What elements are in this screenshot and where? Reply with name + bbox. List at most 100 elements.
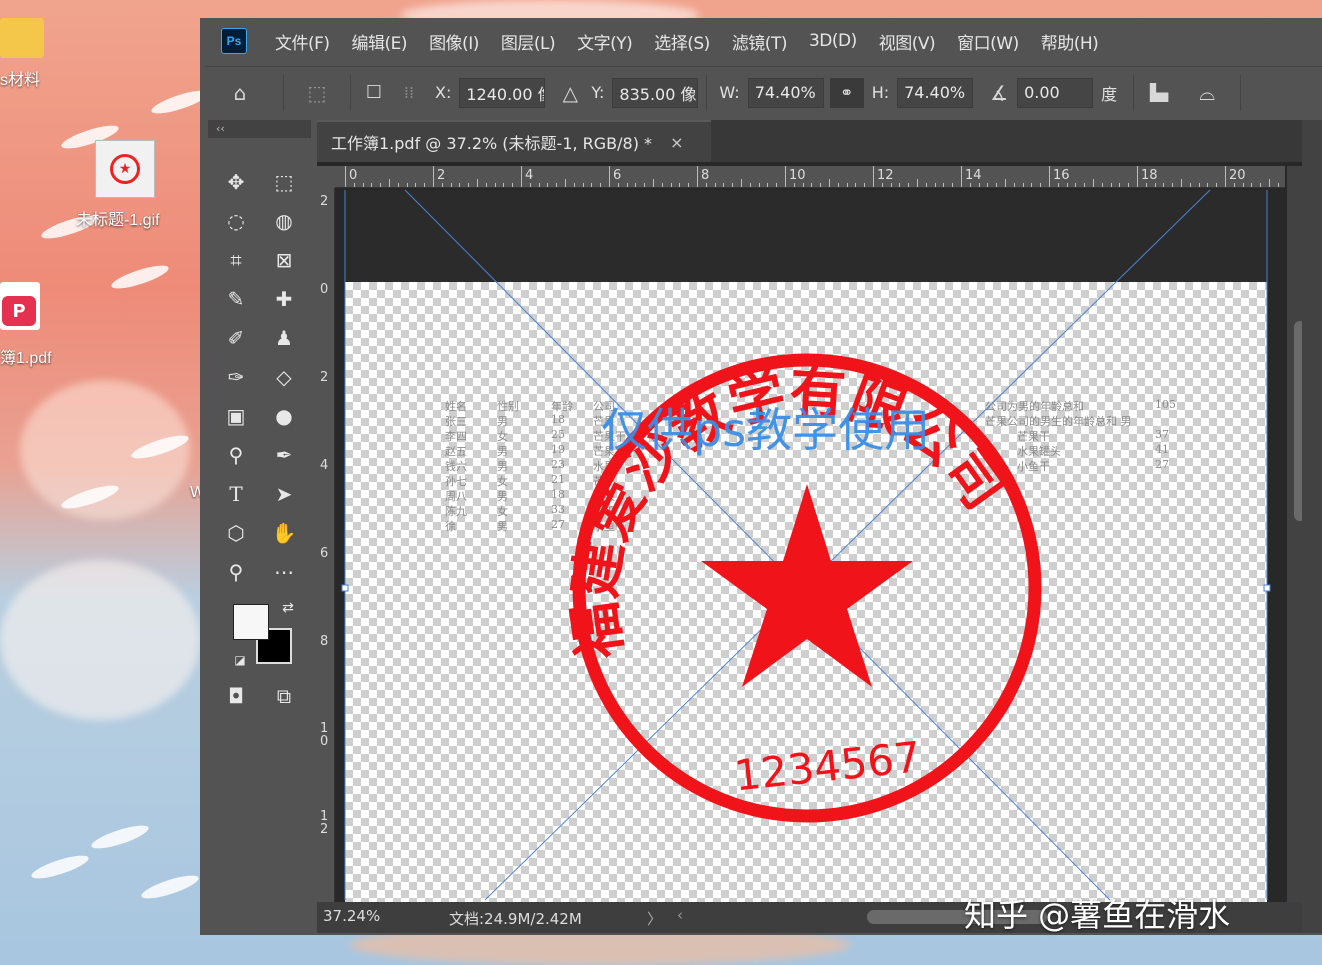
- crop-tool-icon[interactable]: ⌗: [220, 244, 252, 276]
- history-brush-tool-icon[interactable]: ✑: [220, 361, 252, 393]
- status-menu-arrow[interactable]: 〉: [647, 908, 662, 929]
- ruler-tick: [934, 183, 936, 187]
- ruler-tick: [925, 183, 927, 187]
- ruler-label: 8: [320, 634, 329, 649]
- ruler-label: 2: [320, 370, 329, 385]
- ruler-tick: [433, 166, 434, 187]
- foreground-color-swatch[interactable]: [233, 604, 269, 640]
- more-tools-icon[interactable]: ⋯: [268, 556, 300, 588]
- home-icon[interactable]: ⌂: [205, 81, 275, 105]
- shape-tool-icon[interactable]: ⬡: [220, 517, 252, 549]
- height-input[interactable]: 74.40%: [897, 77, 974, 108]
- frame-tool-icon[interactable]: ⊠: [268, 244, 300, 276]
- ruler-vertical[interactable]: 2 0 2 4 6 8 1 0 1 2: [317, 188, 335, 902]
- dodge-tool-icon[interactable]: ⚲: [220, 439, 252, 471]
- menu-window[interactable]: 窗口(W): [957, 29, 1019, 54]
- zoom-tool-icon[interactable]: ⚲: [220, 556, 252, 588]
- ruler-tick: [565, 179, 566, 187]
- panel-dock-strip: [1302, 120, 1322, 933]
- ruler-tick: [1110, 183, 1112, 187]
- menu-image[interactable]: 图像(I): [429, 29, 479, 54]
- ruler-tick: [1075, 183, 1077, 187]
- pen-tool-icon[interactable]: ✒: [268, 439, 300, 471]
- warp-mode-icon[interactable]: ⌓: [1182, 81, 1232, 105]
- ruler-horizontal[interactable]: 0 2 4 6 8 10 12 14 16 18 20: [335, 166, 1288, 188]
- ruler-tick: [441, 183, 443, 187]
- panel-collapse-icon[interactable]: ‹‹: [208, 120, 311, 138]
- quick-select-tool-icon[interactable]: ◍: [268, 205, 300, 237]
- ruler-tick: [547, 183, 549, 187]
- ruler-tick: [1049, 166, 1050, 187]
- canvas[interactable]: 姓名 性别 年龄 公司 张三男 18 芒果 李四女 25 芒果干 赵五男 19 芒果 钱六男 23 水果 孙七女…: [335, 188, 1285, 902]
- ruler-tick: [1207, 183, 1209, 187]
- ruler-tick: [1128, 183, 1130, 187]
- reference-point-checkbox[interactable]: ☐: [359, 82, 389, 103]
- menu-edit[interactable]: 编辑(E): [352, 29, 408, 54]
- reference-grid-icon[interactable]: ⁞⁞: [389, 83, 429, 102]
- ruler-tick: [1084, 183, 1086, 187]
- tab-document[interactable]: 工作簿1.pdf @ 37.2% (未标题-1, RGB/8) * ×: [317, 120, 711, 162]
- ruler-label: 12: [877, 168, 894, 183]
- type-tool-icon[interactable]: T: [220, 478, 252, 510]
- default-colors-icon[interactable]: ◪: [230, 650, 250, 670]
- screen-mode-icon[interactable]: ⧉: [268, 680, 300, 712]
- ruler-tick: [741, 179, 742, 187]
- stamp-layer[interactable]: 福建爱沙教学有限公司 1234567: [335, 188, 1285, 902]
- gif-file-icon[interactable]: ★: [95, 140, 155, 198]
- hand-tool-icon[interactable]: ✋: [268, 517, 300, 549]
- relative-delta-icon[interactable]: △: [553, 81, 587, 105]
- path-select-tool-icon[interactable]: ➤: [268, 478, 300, 510]
- desktop-icon-label[interactable]: s材料: [0, 66, 40, 90]
- zoom-level[interactable]: 37.24%: [323, 907, 380, 925]
- menu-view[interactable]: 视图(V): [879, 29, 936, 54]
- ruler-tick: [908, 183, 910, 187]
- quick-mask-icon[interactable]: ◘: [220, 680, 252, 712]
- ruler-label: 6: [320, 546, 329, 561]
- y-position-input[interactable]: 835.00 像素: [612, 77, 699, 108]
- x-position-input[interactable]: 1240.00 像: [459, 77, 546, 108]
- brush-tool-icon[interactable]: ✐: [220, 322, 252, 354]
- healing-brush-tool-icon[interactable]: ✚: [268, 283, 300, 315]
- link-icon[interactable]: ⚭: [829, 77, 864, 108]
- lasso-tool-icon[interactable]: ◌: [220, 205, 252, 237]
- ruler-tick: [406, 183, 408, 187]
- ruler-tick: [450, 183, 452, 187]
- swap-colors-icon[interactable]: ⇄: [278, 598, 298, 618]
- pdf-file-icon[interactable]: P: [0, 282, 40, 330]
- desktop-icon-label[interactable]: 未标题-1.gif: [76, 206, 160, 230]
- move-tool-icon[interactable]: ✥: [220, 166, 252, 198]
- menu-file[interactable]: 文件(F): [275, 29, 330, 54]
- ruler-tick: [468, 183, 470, 187]
- blur-tool-icon[interactable]: ●: [268, 400, 300, 432]
- eyedropper-tool-icon[interactable]: ✎: [220, 283, 252, 315]
- stamp-tool-icon[interactable]: ♟: [268, 322, 300, 354]
- rotation-input[interactable]: 0.00: [1017, 77, 1094, 108]
- menu-help[interactable]: 帮助(H): [1041, 29, 1099, 54]
- ruler-tick: [987, 183, 989, 187]
- folder-icon[interactable]: [0, 18, 44, 58]
- ruler-tick: [855, 183, 857, 187]
- ruler-label: 10: [789, 168, 806, 183]
- eraser-tool-icon[interactable]: ◇: [268, 361, 300, 393]
- scroll-left-arrow[interactable]: ‹: [677, 906, 683, 924]
- ruler-tick: [653, 179, 654, 187]
- zhihu-credit-watermark: 知乎 @薯鱼在滑水: [964, 896, 1231, 934]
- width-input[interactable]: 74.40%: [747, 77, 824, 108]
- ruler-label: 0: [320, 282, 329, 297]
- stamp-number-text: 1234567: [732, 732, 923, 800]
- gradient-tool-icon[interactable]: ▣: [220, 400, 252, 432]
- interpolation-icon[interactable]: ▙▖: [1142, 83, 1182, 102]
- menu-layer[interactable]: 图层(L): [501, 29, 556, 54]
- ruler-label: 1 2: [320, 809, 329, 837]
- menu-select[interactable]: 选择(S): [654, 29, 710, 54]
- menu-3d[interactable]: 3D(D): [809, 31, 857, 51]
- ruler-tick: [521, 166, 522, 187]
- ruler-tick: [538, 183, 540, 187]
- desktop-icon-label[interactable]: 簿1.pdf: [0, 344, 52, 368]
- menu-type[interactable]: 文字(Y): [577, 29, 633, 54]
- menu-filter[interactable]: 滤镜(T): [732, 29, 788, 54]
- transform-reference-icon[interactable]: ⬚: [292, 81, 342, 105]
- close-icon[interactable]: ×: [670, 133, 683, 152]
- marquee-tool-icon[interactable]: ⬚: [268, 166, 300, 198]
- ruler-tick: [1031, 183, 1033, 187]
